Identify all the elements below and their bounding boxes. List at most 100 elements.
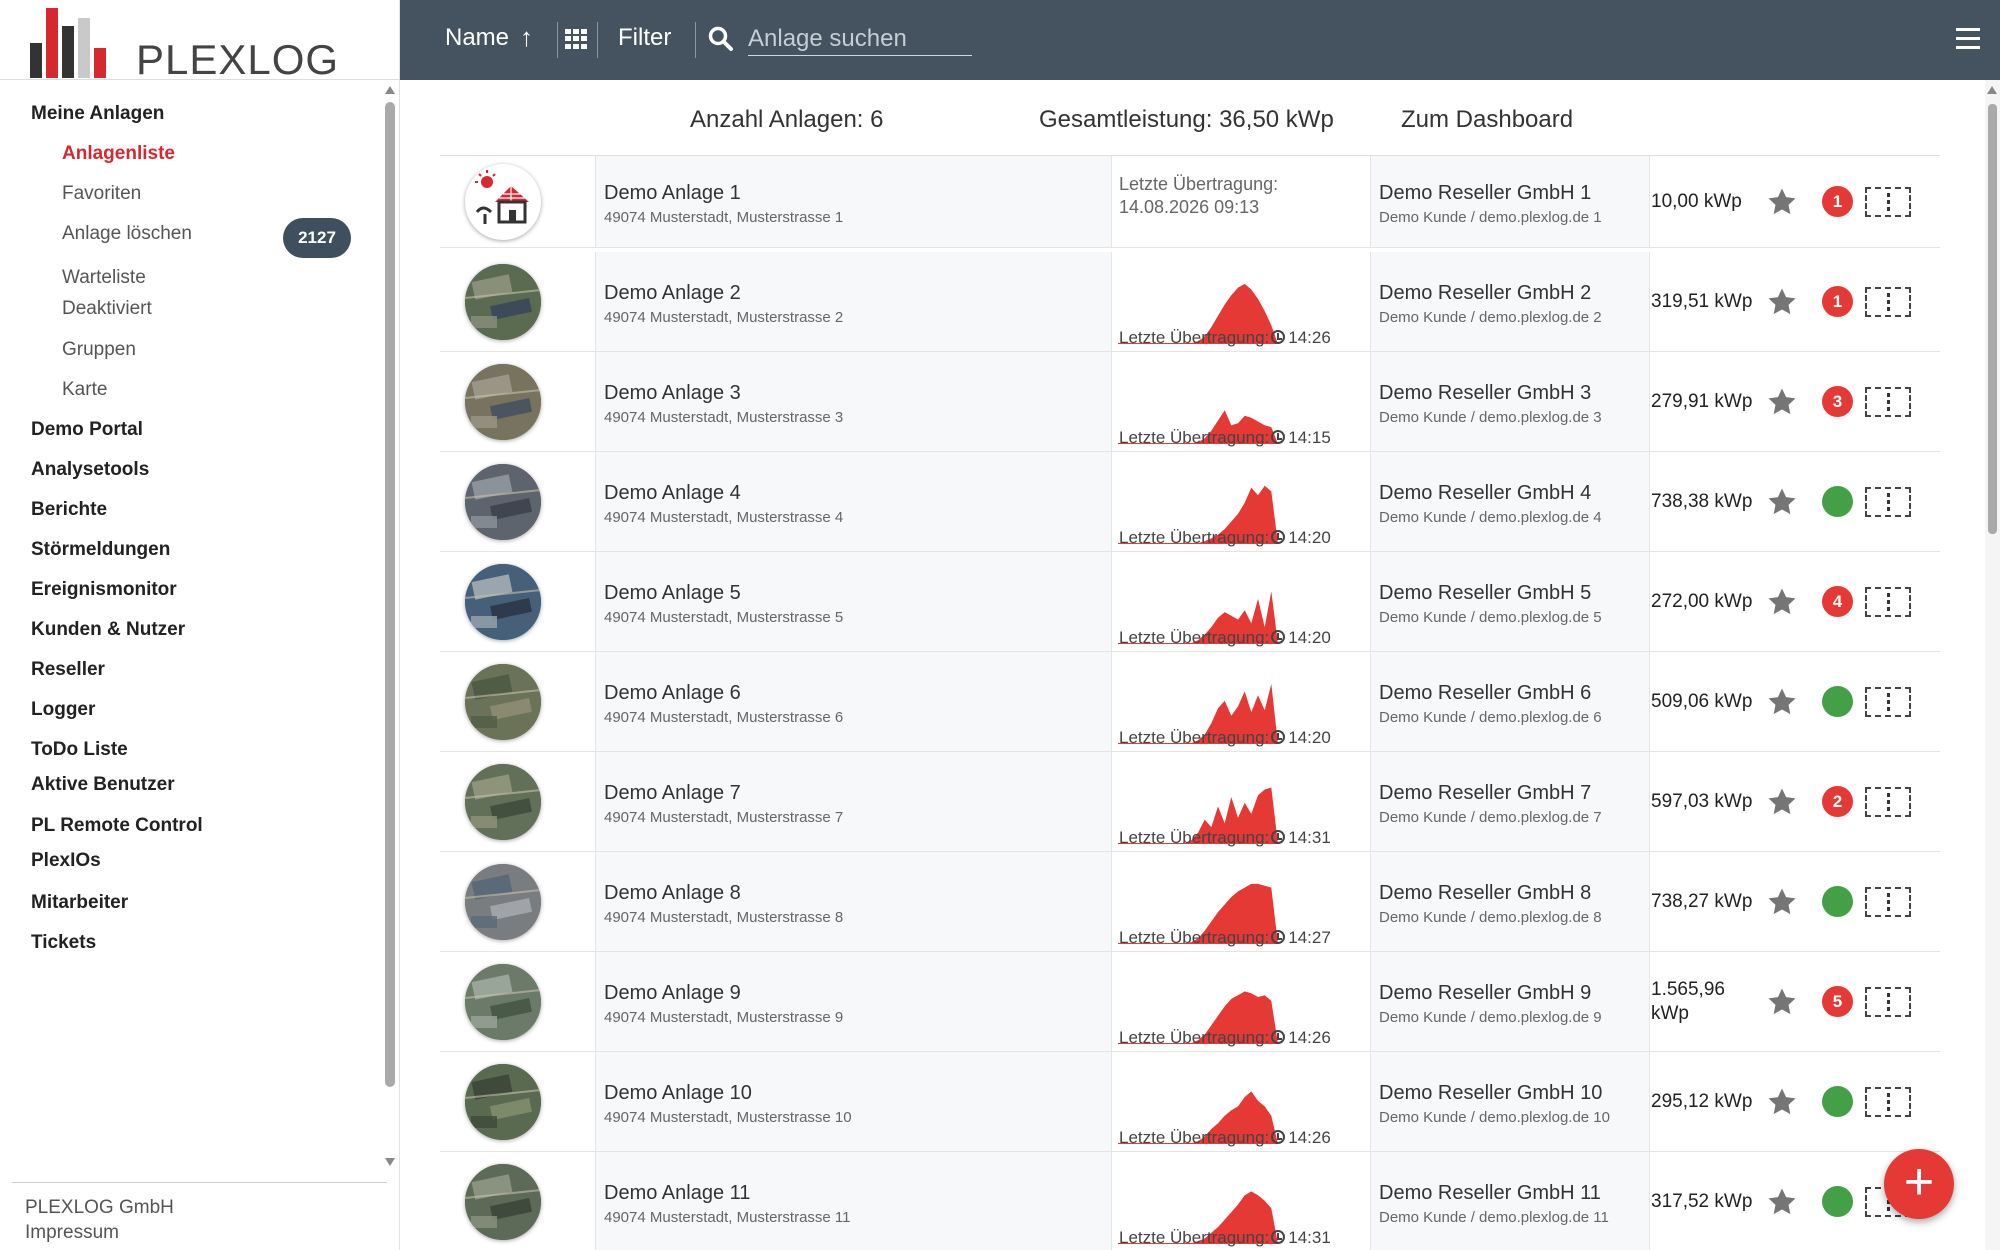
sidebar-item-logger[interactable]: Logger bbox=[31, 699, 95, 721]
reseller-name[interactable]: Demo Reseller GmbH 7 bbox=[1379, 782, 1591, 805]
favorite-star-icon[interactable] bbox=[1765, 185, 1799, 219]
search-icon[interactable] bbox=[708, 26, 734, 52]
plant-name-cell[interactable]: Demo Anlage 1 49074 Musterstadt, Musters… bbox=[595, 156, 1112, 247]
table-row[interactable]: Demo Anlage 8 49074 Musterstadt, Musters… bbox=[440, 852, 1940, 952]
reseller-cell[interactable]: Demo Reseller GmbH 8 Demo Kunde / demo.p… bbox=[1370, 852, 1650, 951]
plant-name[interactable]: Demo Anlage 4 bbox=[604, 482, 741, 505]
sidebar-item-berichte[interactable]: Berichte bbox=[31, 499, 107, 521]
scroll-up-arrow[interactable] bbox=[385, 86, 395, 94]
table-row[interactable]: Demo Anlage 1 49074 Musterstadt, Musters… bbox=[440, 156, 1940, 248]
plant-thumbnail-cell[interactable] bbox=[440, 252, 595, 351]
table-row[interactable]: Demo Anlage 5 49074 Musterstadt, Musters… bbox=[440, 552, 1940, 652]
alarm-status-badge[interactable] bbox=[1822, 686, 1853, 717]
plant-thumbnail-cell[interactable] bbox=[440, 752, 595, 851]
table-row[interactable]: Demo Anlage 7 49074 Musterstadt, Musters… bbox=[440, 752, 1940, 852]
plant-name[interactable]: Demo Anlage 1 bbox=[604, 182, 741, 205]
plant-name[interactable]: Demo Anlage 6 bbox=[604, 682, 741, 705]
plant-name-cell[interactable]: Demo Anlage 7 49074 Musterstadt, Musters… bbox=[595, 752, 1112, 851]
sidebar-scrollbar[interactable] bbox=[382, 82, 398, 1170]
scrollbar-thumb[interactable] bbox=[385, 102, 395, 1087]
table-row[interactable]: Demo Anlage 6 49074 Musterstadt, Musters… bbox=[440, 652, 1940, 752]
favorite-star-icon[interactable] bbox=[1765, 285, 1799, 319]
table-row[interactable]: Demo Anlage 4 49074 Musterstadt, Musters… bbox=[440, 452, 1940, 552]
alarm-status-badge[interactable]: 1 bbox=[1822, 286, 1853, 317]
favorite-star-icon[interactable] bbox=[1765, 485, 1799, 519]
scroll-up-arrow[interactable] bbox=[1987, 86, 1997, 94]
reseller-name[interactable]: Demo Reseller GmbH 10 bbox=[1379, 1082, 1602, 1105]
row-menu-button[interactable] bbox=[1865, 987, 1911, 1017]
table-row[interactable]: Demo Anlage 10 49074 Musterstadt, Muster… bbox=[440, 1052, 1940, 1152]
sidebar-item-gruppen[interactable]: Gruppen bbox=[62, 339, 136, 361]
sidebar-item-karte[interactable]: Karte bbox=[62, 379, 107, 401]
hamburger-menu-icon[interactable] bbox=[1956, 28, 1980, 50]
plant-name[interactable]: Demo Anlage 2 bbox=[604, 282, 741, 305]
plant-name-cell[interactable]: Demo Anlage 3 49074 Musterstadt, Musters… bbox=[595, 352, 1112, 451]
table-row[interactable]: Demo Anlage 9 49074 Musterstadt, Musters… bbox=[440, 952, 1940, 1052]
reseller-name[interactable]: Demo Reseller GmbH 3 bbox=[1379, 382, 1591, 405]
sidebar-item-pl-remote-control[interactable]: PL Remote Control bbox=[31, 815, 203, 837]
sort-arrow-up-icon[interactable]: ↑ bbox=[520, 22, 533, 53]
favorite-star-icon[interactable] bbox=[1765, 885, 1799, 919]
table-row[interactable]: Demo Anlage 11 49074 Musterstadt, Muster… bbox=[440, 1152, 1940, 1250]
plant-thumbnail-cell[interactable] bbox=[440, 1052, 595, 1151]
row-menu-button[interactable] bbox=[1865, 387, 1911, 417]
reseller-name[interactable]: Demo Reseller GmbH 1 bbox=[1379, 182, 1591, 205]
sort-name-button[interactable]: Name bbox=[445, 24, 509, 52]
search-input[interactable] bbox=[748, 22, 972, 56]
row-menu-button[interactable] bbox=[1865, 287, 1911, 317]
sidebar-item-anlage-löschen[interactable]: Anlage löschen bbox=[62, 223, 192, 245]
filter-button[interactable]: Filter bbox=[618, 24, 671, 52]
sidebar-item-störmeldungen[interactable]: Störmeldungen bbox=[31, 539, 170, 561]
row-menu-button[interactable] bbox=[1865, 587, 1911, 617]
plant-name[interactable]: Demo Anlage 9 bbox=[604, 982, 741, 1005]
alarm-status-badge[interactable]: 3 bbox=[1822, 386, 1853, 417]
sidebar-item-tickets[interactable]: Tickets bbox=[31, 932, 96, 954]
sidebar-item-deaktiviert[interactable]: Deaktiviert bbox=[62, 298, 152, 320]
reseller-cell[interactable]: Demo Reseller GmbH 3 Demo Kunde / demo.p… bbox=[1370, 352, 1650, 451]
reseller-name[interactable]: Demo Reseller GmbH 8 bbox=[1379, 882, 1591, 905]
plant-thumbnail-cell[interactable] bbox=[440, 552, 595, 651]
reseller-cell[interactable]: Demo Reseller GmbH 4 Demo Kunde / demo.p… bbox=[1370, 452, 1650, 551]
scroll-down-arrow[interactable] bbox=[385, 1158, 395, 1166]
reseller-name[interactable]: Demo Reseller GmbH 6 bbox=[1379, 682, 1591, 705]
table-row[interactable]: Demo Anlage 3 49074 Musterstadt, Musters… bbox=[440, 352, 1940, 452]
grid-view-icon[interactable] bbox=[565, 29, 589, 49]
favorite-star-icon[interactable] bbox=[1765, 585, 1799, 619]
plant-name-cell[interactable]: Demo Anlage 2 49074 Musterstadt, Musters… bbox=[595, 252, 1112, 351]
reseller-cell[interactable]: Demo Reseller GmbH 1 Demo Kunde / demo.p… bbox=[1370, 156, 1650, 247]
reseller-cell[interactable]: Demo Reseller GmbH 9 Demo Kunde / demo.p… bbox=[1370, 952, 1650, 1051]
sidebar-item-aktive-benutzer[interactable]: Aktive Benutzer bbox=[31, 774, 175, 796]
plant-thumbnail-cell[interactable] bbox=[440, 652, 595, 751]
reseller-name[interactable]: Demo Reseller GmbH 11 bbox=[1379, 1182, 1601, 1205]
plant-name[interactable]: Demo Anlage 3 bbox=[604, 382, 741, 405]
sidebar-item-todo-liste[interactable]: ToDo Liste bbox=[31, 739, 128, 761]
favorite-star-icon[interactable] bbox=[1765, 785, 1799, 819]
favorite-star-icon[interactable] bbox=[1765, 1085, 1799, 1119]
sidebar-item-kunden-nutzer[interactable]: Kunden & Nutzer bbox=[31, 619, 185, 641]
plant-name-cell[interactable]: Demo Anlage 5 49074 Musterstadt, Musters… bbox=[595, 552, 1112, 651]
plant-thumbnail-cell[interactable] bbox=[440, 156, 595, 247]
sidebar-item-anlagenliste[interactable]: Anlagenliste bbox=[62, 143, 175, 165]
sidebar-item-favoriten[interactable]: Favoriten bbox=[62, 183, 141, 205]
row-menu-button[interactable] bbox=[1865, 1087, 1911, 1117]
plant-thumbnail-cell[interactable] bbox=[440, 452, 595, 551]
favorite-star-icon[interactable] bbox=[1765, 685, 1799, 719]
plant-name-cell[interactable]: Demo Anlage 10 49074 Musterstadt, Muster… bbox=[595, 1052, 1112, 1151]
reseller-cell[interactable]: Demo Reseller GmbH 6 Demo Kunde / demo.p… bbox=[1370, 652, 1650, 751]
row-menu-button[interactable] bbox=[1865, 487, 1911, 517]
plant-thumbnail-cell[interactable] bbox=[440, 352, 595, 451]
alarm-status-badge[interactable] bbox=[1822, 1186, 1853, 1217]
favorite-star-icon[interactable] bbox=[1765, 985, 1799, 1019]
plant-name-cell[interactable]: Demo Anlage 6 49074 Musterstadt, Musters… bbox=[595, 652, 1112, 751]
reseller-name[interactable]: Demo Reseller GmbH 9 bbox=[1379, 982, 1591, 1005]
sidebar-item-reseller[interactable]: Reseller bbox=[31, 659, 105, 681]
table-row[interactable]: Demo Anlage 2 49074 Musterstadt, Musters… bbox=[440, 252, 1940, 352]
plexlog-logo[interactable]: PLEXLOG bbox=[28, 6, 338, 83]
plant-name-cell[interactable]: Demo Anlage 4 49074 Musterstadt, Musters… bbox=[595, 452, 1112, 551]
reseller-name[interactable]: Demo Reseller GmbH 4 bbox=[1379, 482, 1591, 505]
row-menu-button[interactable] bbox=[1865, 187, 1911, 217]
plant-name[interactable]: Demo Anlage 11 bbox=[604, 1182, 750, 1205]
alarm-status-badge[interactable]: 2 bbox=[1822, 786, 1853, 817]
plant-name-cell[interactable]: Demo Anlage 9 49074 Musterstadt, Musters… bbox=[595, 952, 1112, 1051]
plant-thumbnail-cell[interactable] bbox=[440, 1152, 595, 1250]
